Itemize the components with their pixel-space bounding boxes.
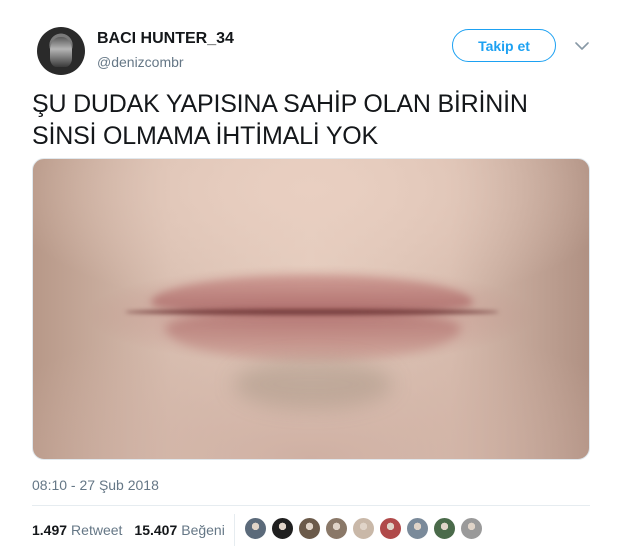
tweet-card: BACI HUNTER_34 @denizcombr Takip et ŞU D… bbox=[0, 0, 626, 553]
retweet-count[interactable]: 1.497 bbox=[32, 522, 67, 538]
tweet-text: ŞU DUDAK YAPISINA SAHİP OLAN BİRİNİN SİN… bbox=[32, 88, 602, 152]
tweet-stats: 1.497 Retweet 15.407 Beğeni bbox=[32, 521, 225, 539]
photo-lower-lip bbox=[165, 313, 461, 361]
avatar-figure bbox=[50, 37, 72, 67]
liker-avatar[interactable] bbox=[379, 517, 402, 540]
liker-avatar[interactable] bbox=[325, 517, 348, 540]
tweet-text-line-1: ŞU DUDAK YAPISINA SAHİP OLAN BİRİNİN bbox=[32, 90, 528, 118]
liker-avatar[interactable] bbox=[244, 517, 267, 540]
liker-avatar[interactable] bbox=[460, 517, 483, 540]
liker-avatar[interactable] bbox=[298, 517, 321, 540]
liker-avatar[interactable] bbox=[433, 517, 456, 540]
liker-avatar[interactable] bbox=[352, 517, 375, 540]
tweet-text-line-2: SİNSİ OLMAMA İHTİMALİ YOK bbox=[32, 122, 379, 150]
stats-separator bbox=[234, 514, 235, 546]
chevron-down-icon[interactable] bbox=[572, 36, 592, 56]
display-name[interactable]: BACI HUNTER_34 bbox=[97, 30, 234, 48]
divider bbox=[32, 505, 590, 506]
liker-avatar[interactable] bbox=[271, 517, 294, 540]
photo-lip-line bbox=[125, 309, 499, 315]
avatar[interactable] bbox=[37, 27, 85, 75]
liker-avatars bbox=[244, 517, 487, 541]
like-label[interactable]: Beğeni bbox=[181, 522, 225, 538]
tweet-timestamp[interactable]: 08:10 - 27 Şub 2018 bbox=[32, 477, 159, 493]
follow-button[interactable]: Takip et bbox=[452, 29, 556, 62]
liker-avatar[interactable] bbox=[406, 517, 429, 540]
like-count[interactable]: 15.407 bbox=[134, 522, 177, 538]
username[interactable]: @denizcombr bbox=[97, 54, 184, 70]
retweet-label[interactable]: Retweet bbox=[71, 522, 122, 538]
photo-chin-shadow bbox=[233, 359, 393, 409]
tweet-photo[interactable] bbox=[32, 158, 590, 460]
